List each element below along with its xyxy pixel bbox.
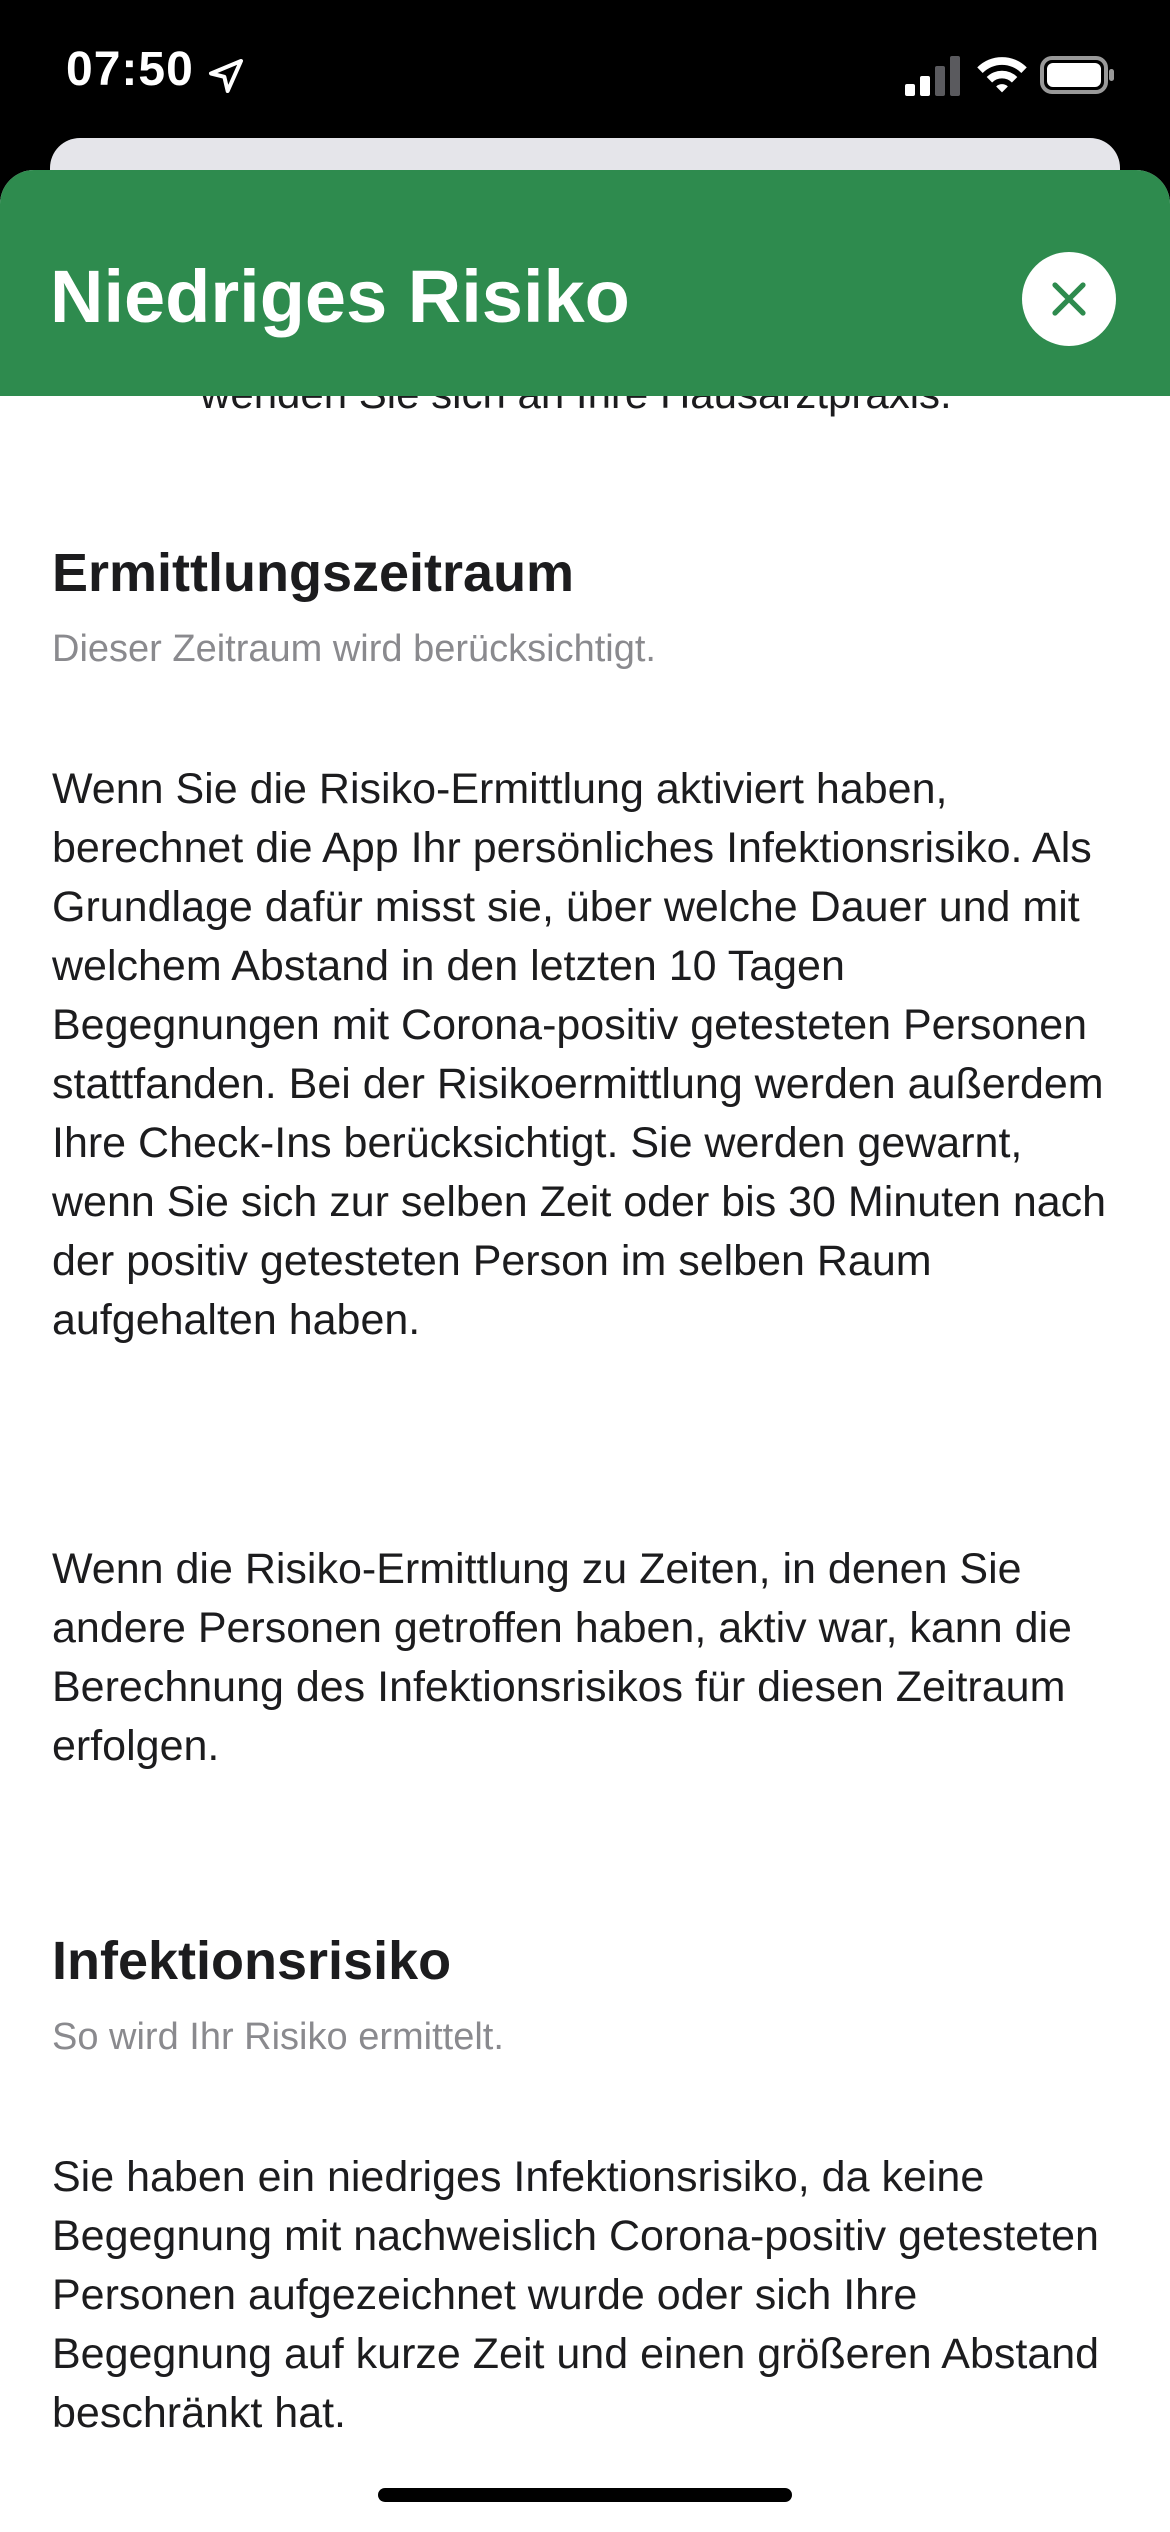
close-button[interactable] bbox=[1022, 252, 1116, 346]
close-icon bbox=[1052, 282, 1086, 316]
wifi-icon bbox=[977, 57, 1027, 93]
paragraph-low-risk-explanation: Sie haben ein niedriges Infektionsrisiko… bbox=[52, 2153, 1100, 2437]
home-indicator[interactable] bbox=[378, 2488, 792, 2502]
status-time: 07:50 bbox=[66, 43, 194, 96]
battery-icon bbox=[1040, 56, 1114, 94]
status-bar: 07:50 bbox=[0, 0, 1170, 140]
section-subtitle-infektionsrisiko: So wird Ihr Risiko ermittelt. bbox=[52, 2016, 504, 2058]
sheet-header: Niedriges Risiko bbox=[0, 170, 1170, 396]
screen: 07:50 wenden Sie sich an Ihre Hausarztpr… bbox=[0, 0, 1170, 2532]
page-title: Niedriges Risiko bbox=[50, 255, 630, 338]
paragraph-calculation-period: Wenn die Risiko-Ermittlung zu Zeiten, in… bbox=[52, 1545, 1072, 1770]
section-title-ermittlungszeitraum: Ermittlungszeitraum bbox=[52, 543, 575, 603]
location-arrow-icon bbox=[209, 59, 243, 93]
section-title-infektionsrisiko: Infektionsrisiko bbox=[52, 1931, 452, 1991]
paragraph-risk-calculation: Wenn Sie die Risiko-Ermittlung aktiviert… bbox=[52, 765, 1107, 1344]
risk-detail-sheet: wenden Sie sich an Ihre Hausarztpraxis. … bbox=[0, 170, 1170, 2532]
cellular-signal-icon bbox=[905, 56, 960, 96]
section-subtitle-ermittlungszeitraum: Dieser Zeitraum wird berücksichtigt. bbox=[52, 628, 656, 670]
